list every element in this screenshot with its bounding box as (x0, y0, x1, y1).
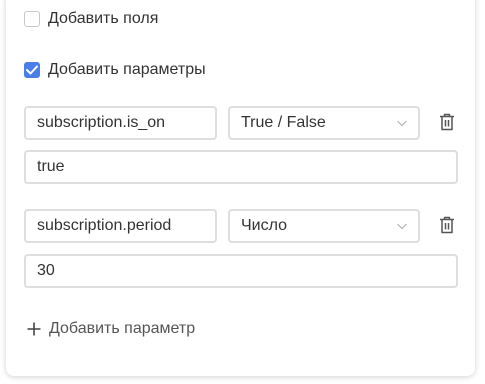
trash-icon[interactable] (439, 216, 455, 234)
check-icon (26, 65, 38, 75)
param-type-value: Число (241, 217, 288, 234)
add-fields-label: Добавить поля (48, 10, 159, 27)
add-param-button[interactable]: Добавить параметр (27, 320, 195, 338)
param-key-input[interactable]: subscription.period (24, 209, 217, 243)
param-type-select[interactable]: True / False (228, 106, 420, 140)
add-params-label: Добавить параметры (48, 61, 206, 78)
param-key-input[interactable]: subscription.is_on (24, 106, 217, 140)
add-fields-checkbox-row[interactable]: Добавить поля (24, 10, 158, 28)
param-value-input[interactable]: 30 (24, 254, 458, 288)
param-type-value: True / False (241, 114, 326, 131)
param-value-input[interactable]: true (24, 150, 458, 184)
add-fields-checkbox[interactable] (24, 11, 40, 27)
trash-icon[interactable] (439, 113, 455, 131)
param-type-select[interactable]: Число (228, 209, 420, 243)
add-params-checkbox[interactable] (24, 62, 40, 78)
plus-icon (27, 322, 41, 336)
chevron-down-icon (397, 120, 407, 127)
add-param-label: Добавить параметр (49, 320, 196, 337)
add-params-checkbox-row[interactable]: Добавить параметры (24, 61, 206, 79)
chevron-down-icon (397, 223, 407, 230)
